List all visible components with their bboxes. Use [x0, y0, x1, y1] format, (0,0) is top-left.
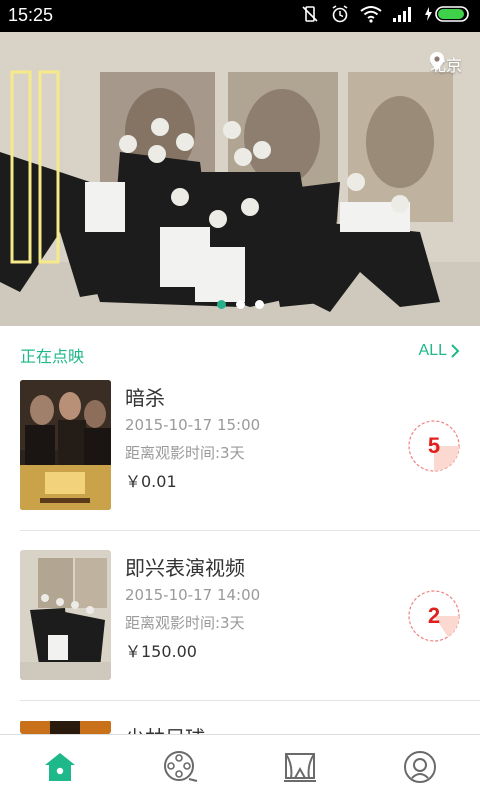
item-title: 暗杀 [125, 386, 165, 410]
film-reel-icon [164, 751, 198, 782]
banner-carousel[interactable]: 北京 [0, 32, 480, 326]
days-number: 2 [427, 603, 441, 628]
days-number: 5 [427, 433, 441, 458]
all-link[interactable]: ALL [419, 342, 460, 360]
vibrate-mute-icon [302, 6, 318, 22]
section-header: 正在点映 ALL [0, 326, 480, 378]
status-icons [300, 4, 472, 24]
wifi-icon [360, 6, 382, 23]
carousel-dot[interactable] [254, 300, 264, 309]
item-countdown: 距离观影时间:3天 [125, 614, 245, 632]
theater-stage-icon [284, 753, 316, 782]
poster-image [20, 550, 111, 680]
all-label: ALL [418, 342, 447, 359]
battery-charging-icon [425, 6, 469, 22]
item-title: 即兴表演视频 [125, 556, 245, 580]
carousel-dot[interactable] [235, 300, 245, 309]
status-bar: 15:25 [0, 0, 480, 32]
item-datetime: 2015-10-17 15:00 [125, 416, 261, 434]
item-datetime: 2015-10-17 14:00 [125, 586, 261, 604]
poster-image [20, 380, 111, 510]
days-badge: 2 [408, 590, 460, 642]
list-item[interactable]: 少林足球 [0, 720, 480, 734]
banner-image [0, 32, 480, 326]
chevron-right-icon [451, 344, 460, 358]
poster-image [20, 720, 111, 734]
alarm-icon [332, 5, 348, 23]
section-title: 正在点映 [20, 347, 85, 366]
item-price: ￥150.00 [125, 642, 197, 661]
location-pin-icon [429, 52, 444, 70]
tab-profile[interactable] [400, 747, 440, 787]
tab-films[interactable] [160, 747, 200, 787]
bottom-tab-bar [0, 734, 480, 801]
tab-home[interactable] [40, 747, 80, 787]
list-item[interactable]: 即兴表演视频 2015-10-17 14:00 距离观影时间:3天 ￥150.0… [0, 550, 480, 720]
divider [20, 700, 480, 701]
home-icon [45, 753, 75, 781]
list-item[interactable]: 暗杀 2015-10-17 15:00 距离观影时间:3天 ￥0.01 5 [0, 380, 480, 550]
item-title: 少林足球 [125, 722, 205, 734]
profile-icon [404, 751, 436, 783]
carousel-dot[interactable] [216, 300, 226, 309]
carousel-indicator [0, 300, 480, 309]
days-badge: 5 [408, 420, 460, 472]
item-countdown: 距离观影时间:3天 [125, 444, 245, 462]
item-price: ￥0.01 [125, 472, 177, 491]
status-time: 15:25 [8, 5, 54, 25]
location-selector[interactable]: 北京 [429, 52, 462, 76]
tab-theater[interactable] [280, 747, 320, 787]
divider [20, 530, 480, 531]
signal-icon [393, 7, 411, 22]
